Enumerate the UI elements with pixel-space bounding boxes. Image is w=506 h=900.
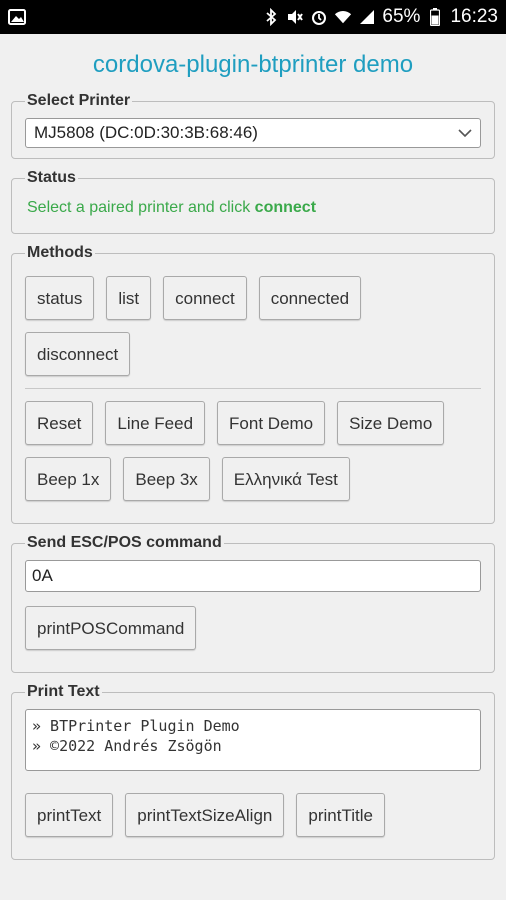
size-demo-button[interactable]: Size Demo bbox=[337, 401, 445, 445]
select-printer-section: Select Printer MJ5808 (DC:0D:30:3B:68:46… bbox=[11, 92, 495, 159]
connect-button[interactable]: connect bbox=[163, 276, 247, 320]
print-text-button[interactable]: printText bbox=[25, 793, 114, 837]
status-message-bold: connect bbox=[254, 199, 317, 216]
print-text-legend: Print Text bbox=[27, 683, 100, 700]
methods-legend: Methods bbox=[27, 244, 93, 261]
methods-row-3: Reset Line Feed Font Demo Size Demo bbox=[25, 401, 481, 445]
print-text-actions: printText printTextSizeAlign printTitle bbox=[25, 793, 481, 837]
beep-3x-button[interactable]: Beep 3x bbox=[123, 457, 210, 501]
print-text-line-1: » BTPrinter Plugin Demo bbox=[32, 717, 240, 735]
alarm-icon bbox=[310, 8, 328, 26]
escpos-section: Send ESC/POS command 0A printPOSCommand bbox=[11, 534, 495, 673]
connected-button[interactable]: connected bbox=[258, 276, 362, 320]
bluetooth-icon bbox=[262, 8, 280, 26]
status-message-text: Select a paired printer and click bbox=[27, 199, 255, 216]
line-feed-button[interactable]: Line Feed bbox=[105, 401, 206, 445]
mute-icon bbox=[286, 8, 304, 26]
gallery-icon bbox=[8, 8, 26, 26]
font-demo-button[interactable]: Font Demo bbox=[217, 401, 326, 445]
methods-divider bbox=[25, 388, 481, 389]
print-title-button[interactable]: printTitle bbox=[296, 793, 385, 837]
escpos-input[interactable]: 0A bbox=[25, 560, 481, 592]
disconnect-button[interactable]: disconnect bbox=[25, 332, 131, 376]
wifi-icon bbox=[334, 8, 352, 26]
status-bar: 65% 16:23 bbox=[0, 0, 506, 34]
page-title: cordova-plugin-btprinter demo bbox=[92, 51, 414, 78]
print-text-textarea[interactable]: » BTPrinter Plugin Demo » ©2022 Andrés Zs… bbox=[25, 709, 481, 771]
methods-section: Methods status list connect connected di… bbox=[11, 244, 495, 524]
print-text-section: Print Text » BTPrinter Plugin Demo » ©202… bbox=[11, 683, 495, 860]
greek-test-button[interactable]: Ελληνικά Test bbox=[221, 457, 350, 501]
print-text-size-align-button[interactable]: printTextSizeAlign bbox=[125, 793, 285, 837]
escpos-legend: Send ESC/POS command bbox=[27, 534, 222, 551]
methods-row-4: Beep 1x Beep 3x Ελληνικά Test bbox=[25, 457, 481, 501]
print-text-line-2: » ©2022 Andrés Zsögön bbox=[32, 737, 222, 755]
status-section: Status Select a paired printer and click… bbox=[11, 169, 495, 234]
methods-row-2: disconnect bbox=[25, 332, 481, 376]
list-button[interactable]: list bbox=[106, 276, 152, 320]
escpos-input-value: 0A bbox=[32, 566, 53, 585]
chevron-down-icon bbox=[458, 123, 472, 143]
clock: 16:23 bbox=[450, 6, 498, 27]
status-button[interactable]: status bbox=[25, 276, 95, 320]
signal-icon bbox=[358, 8, 376, 26]
select-printer-legend: Select Printer bbox=[27, 92, 131, 109]
print-pos-command-button[interactable]: printPOSCommand bbox=[25, 606, 197, 650]
printer-select-value: MJ5808 (DC:0D:30:3B:68:46) bbox=[34, 123, 258, 142]
methods-row-1: status list connect connected bbox=[25, 276, 481, 320]
battery-percent: 65% bbox=[382, 6, 421, 27]
status-legend: Status bbox=[27, 169, 76, 186]
battery-icon bbox=[426, 8, 444, 26]
beep-1x-button[interactable]: Beep 1x bbox=[25, 457, 112, 501]
status-message: Select a paired printer and click connec… bbox=[25, 195, 481, 223]
printer-select[interactable]: MJ5808 (DC:0D:30:3B:68:46) bbox=[25, 118, 481, 148]
escpos-actions: printPOSCommand bbox=[25, 606, 481, 650]
reset-button[interactable]: Reset bbox=[25, 401, 94, 445]
